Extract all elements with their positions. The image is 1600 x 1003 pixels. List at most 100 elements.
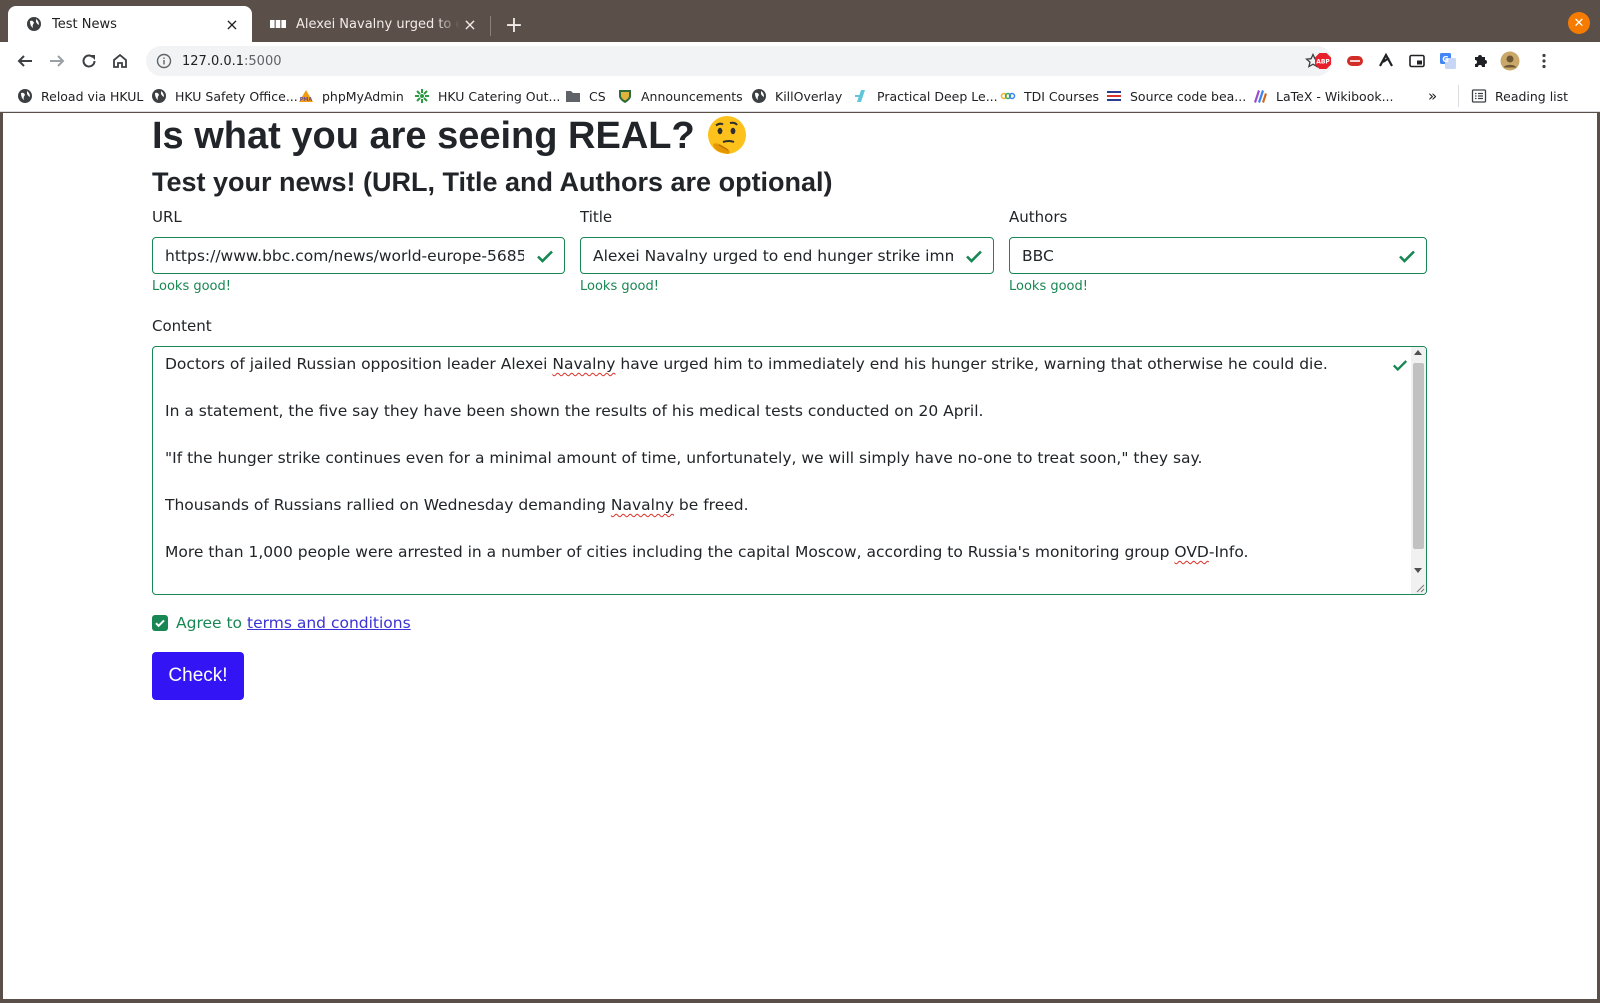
bookmark-source-code-beautifier[interactable]: Source code bea...	[1106, 85, 1246, 107]
misspelled-word: OVD	[1174, 543, 1209, 561]
back-icon[interactable]	[12, 48, 38, 74]
svg-text:G: G	[1442, 55, 1449, 64]
content-text-segment: Thousands of Russians rallied on Wednesd…	[165, 496, 611, 514]
bookmark-practical-deep-learning[interactable]: Practical Deep Le...	[853, 85, 998, 107]
url-host: 127.0.0.1	[182, 53, 245, 69]
picture-in-picture-icon[interactable]	[1407, 51, 1427, 71]
url-input-value: https://www.bbc.com/news/world-europe-56…	[165, 246, 524, 265]
bookmark-label: HKU Safety Office...	[175, 88, 298, 104]
forward-icon[interactable]	[44, 48, 70, 74]
reading-list-label: Reading list	[1495, 88, 1569, 104]
bookmark-tdi-courses[interactable]: TDI Courses	[1000, 85, 1099, 107]
bbc-icon	[270, 16, 286, 32]
misspelled-word: Navalny	[610, 496, 674, 514]
scroll-up-arrow-icon[interactable]	[1414, 350, 1422, 355]
content-text-segment: In a statement, the five say they have b…	[165, 402, 984, 420]
tab-strip: Test News × Alexei Navalny urged to end …	[0, 0, 1600, 42]
bookmark-label: LaTeX - Wikibook...	[1276, 88, 1394, 104]
valid-check-icon	[1392, 360, 1408, 372]
address-bar[interactable]: 127.0.0.1:5000	[146, 46, 1332, 76]
content-text-segment: be freed.	[673, 496, 749, 514]
leaf-icon	[414, 88, 430, 104]
content-text-segment: Doctors of jailed Russian opposition lea…	[165, 355, 553, 373]
content-textarea[interactable]: Doctors of jailed Russian opposition lea…	[152, 346, 1427, 595]
check-button[interactable]: Check!	[152, 652, 244, 700]
content-paragraph: Thousands of Russians rallied on Wednesd…	[165, 494, 1400, 518]
content-text-segment: have urged him to immediately end his hu…	[615, 355, 1328, 373]
content-text-segment: "If the hunger strike continues even for…	[165, 449, 1203, 467]
url-port: :5000	[244, 53, 282, 69]
authors-valid-feedback: Looks good!	[1009, 279, 1088, 294]
misspelled-word: Navalny	[552, 355, 616, 373]
authors-label: Authors	[1009, 208, 1068, 226]
resize-handle-icon[interactable]	[1415, 583, 1425, 593]
info-icon[interactable]	[156, 53, 172, 69]
bookmark-folder-cs[interactable]: CS	[565, 85, 606, 107]
bookmark-phpmyadmin[interactable]: PMA phpMyAdmin	[298, 85, 404, 107]
bookmark-label: HKU Catering Out...	[438, 88, 561, 104]
bookmarks-overflow-button[interactable]: »	[1428, 85, 1437, 107]
close-tab-icon[interactable]: ×	[460, 14, 480, 34]
tab-test-news[interactable]: Test News ×	[8, 6, 252, 42]
agree-label: Agree to	[176, 614, 243, 632]
svg-text:PMA: PMA	[300, 97, 313, 103]
valid-check-icon	[537, 250, 553, 263]
page-subtitle: Test your news! (URL, Title and Authors …	[152, 166, 833, 197]
folder-icon	[565, 88, 581, 104]
profile-avatar[interactable]	[1500, 51, 1520, 71]
tab-bbc-article[interactable]: Alexei Navalny urged to end hunger strik…	[252, 6, 490, 42]
bookmark-label: TDI Courses	[1024, 88, 1100, 104]
window-close-button[interactable]: ✕	[1568, 12, 1590, 34]
scroll-down-arrow-icon[interactable]	[1414, 568, 1422, 573]
bookmark-label: CS	[589, 88, 606, 104]
url-label: URL	[152, 208, 182, 226]
extension-icon[interactable]	[1376, 51, 1396, 71]
content-paragraph: Doctors of jailed Russian opposition lea…	[165, 353, 1400, 377]
address-text: 127.0.0.1:5000	[182, 54, 282, 69]
tab-title: Alexei Navalny urged to end hunger strik…	[296, 16, 460, 32]
bookmark-hku-safety-office[interactable]: HKU Safety Office...	[151, 85, 298, 107]
bookmark-hku-catering[interactable]: HKU Catering Out...	[414, 85, 560, 107]
globe-icon	[17, 88, 33, 104]
authors-input-value: BBC	[1022, 246, 1054, 265]
bookmark-latex-wikibooks[interactable]: LaTeX - Wikibook...	[1252, 85, 1394, 107]
bookmark-reload-via-hkul[interactable]: Reload via HKUL	[17, 85, 143, 107]
bookmark-killoverlay[interactable]: KillOverlay	[751, 85, 842, 107]
fastai-icon	[853, 88, 869, 104]
reload-icon[interactable]	[76, 48, 102, 74]
new-tab-button[interactable]: +	[500, 11, 528, 39]
agree-checkbox[interactable]	[152, 615, 168, 631]
page-title-text: Is what you are seeing REAL?	[152, 114, 695, 157]
lines-icon	[1106, 88, 1122, 104]
authors-input[interactable]: BBC	[1009, 237, 1427, 274]
content-text-segment: More than 1,000 people were arrested in …	[165, 543, 1175, 561]
agree-terms-checkbox-row[interactable]: Agree to terms and conditions	[152, 613, 411, 633]
home-icon[interactable]	[107, 48, 133, 74]
svg-text:ABP: ABP	[1316, 59, 1330, 66]
valid-check-icon	[966, 250, 982, 263]
title-valid-feedback: Looks good!	[580, 279, 659, 294]
url-input[interactable]: https://www.bbc.com/news/world-europe-56…	[152, 237, 565, 274]
browser-menu-icon[interactable]	[1534, 51, 1554, 71]
title-input-value: Alexei Navalny urged to end hunger strik…	[593, 246, 953, 265]
tdi-icon	[1000, 88, 1016, 104]
puzzle-extensions-icon[interactable]	[1470, 51, 1490, 71]
lastpass-icon[interactable]	[1345, 51, 1365, 71]
adblock-plus-icon[interactable]: ABP	[1313, 51, 1333, 71]
bookmark-announcements[interactable]: Announcements	[617, 85, 743, 107]
terms-link[interactable]: terms and conditions	[247, 614, 411, 632]
url-valid-feedback: Looks good!	[152, 279, 231, 294]
reading-list-icon	[1471, 88, 1487, 104]
scrollbar-thumb[interactable]	[1413, 363, 1424, 549]
content-scrollbar[interactable]	[1411, 347, 1426, 594]
title-input[interactable]: Alexei Navalny urged to end hunger strik…	[580, 237, 994, 274]
content-paragraph: "If the hunger strike continues even for…	[165, 447, 1400, 471]
title-label: Title	[580, 208, 613, 226]
bookmark-label: phpMyAdmin	[322, 88, 404, 104]
close-tab-icon[interactable]: ×	[222, 14, 242, 34]
google-translate-icon[interactable]: G	[1438, 51, 1458, 71]
tab-title: Test News	[52, 16, 117, 32]
bookmark-label: Source code bea...	[1130, 88, 1247, 104]
globe-icon	[151, 88, 167, 104]
reading-list-button[interactable]: Reading list	[1458, 85, 1568, 107]
